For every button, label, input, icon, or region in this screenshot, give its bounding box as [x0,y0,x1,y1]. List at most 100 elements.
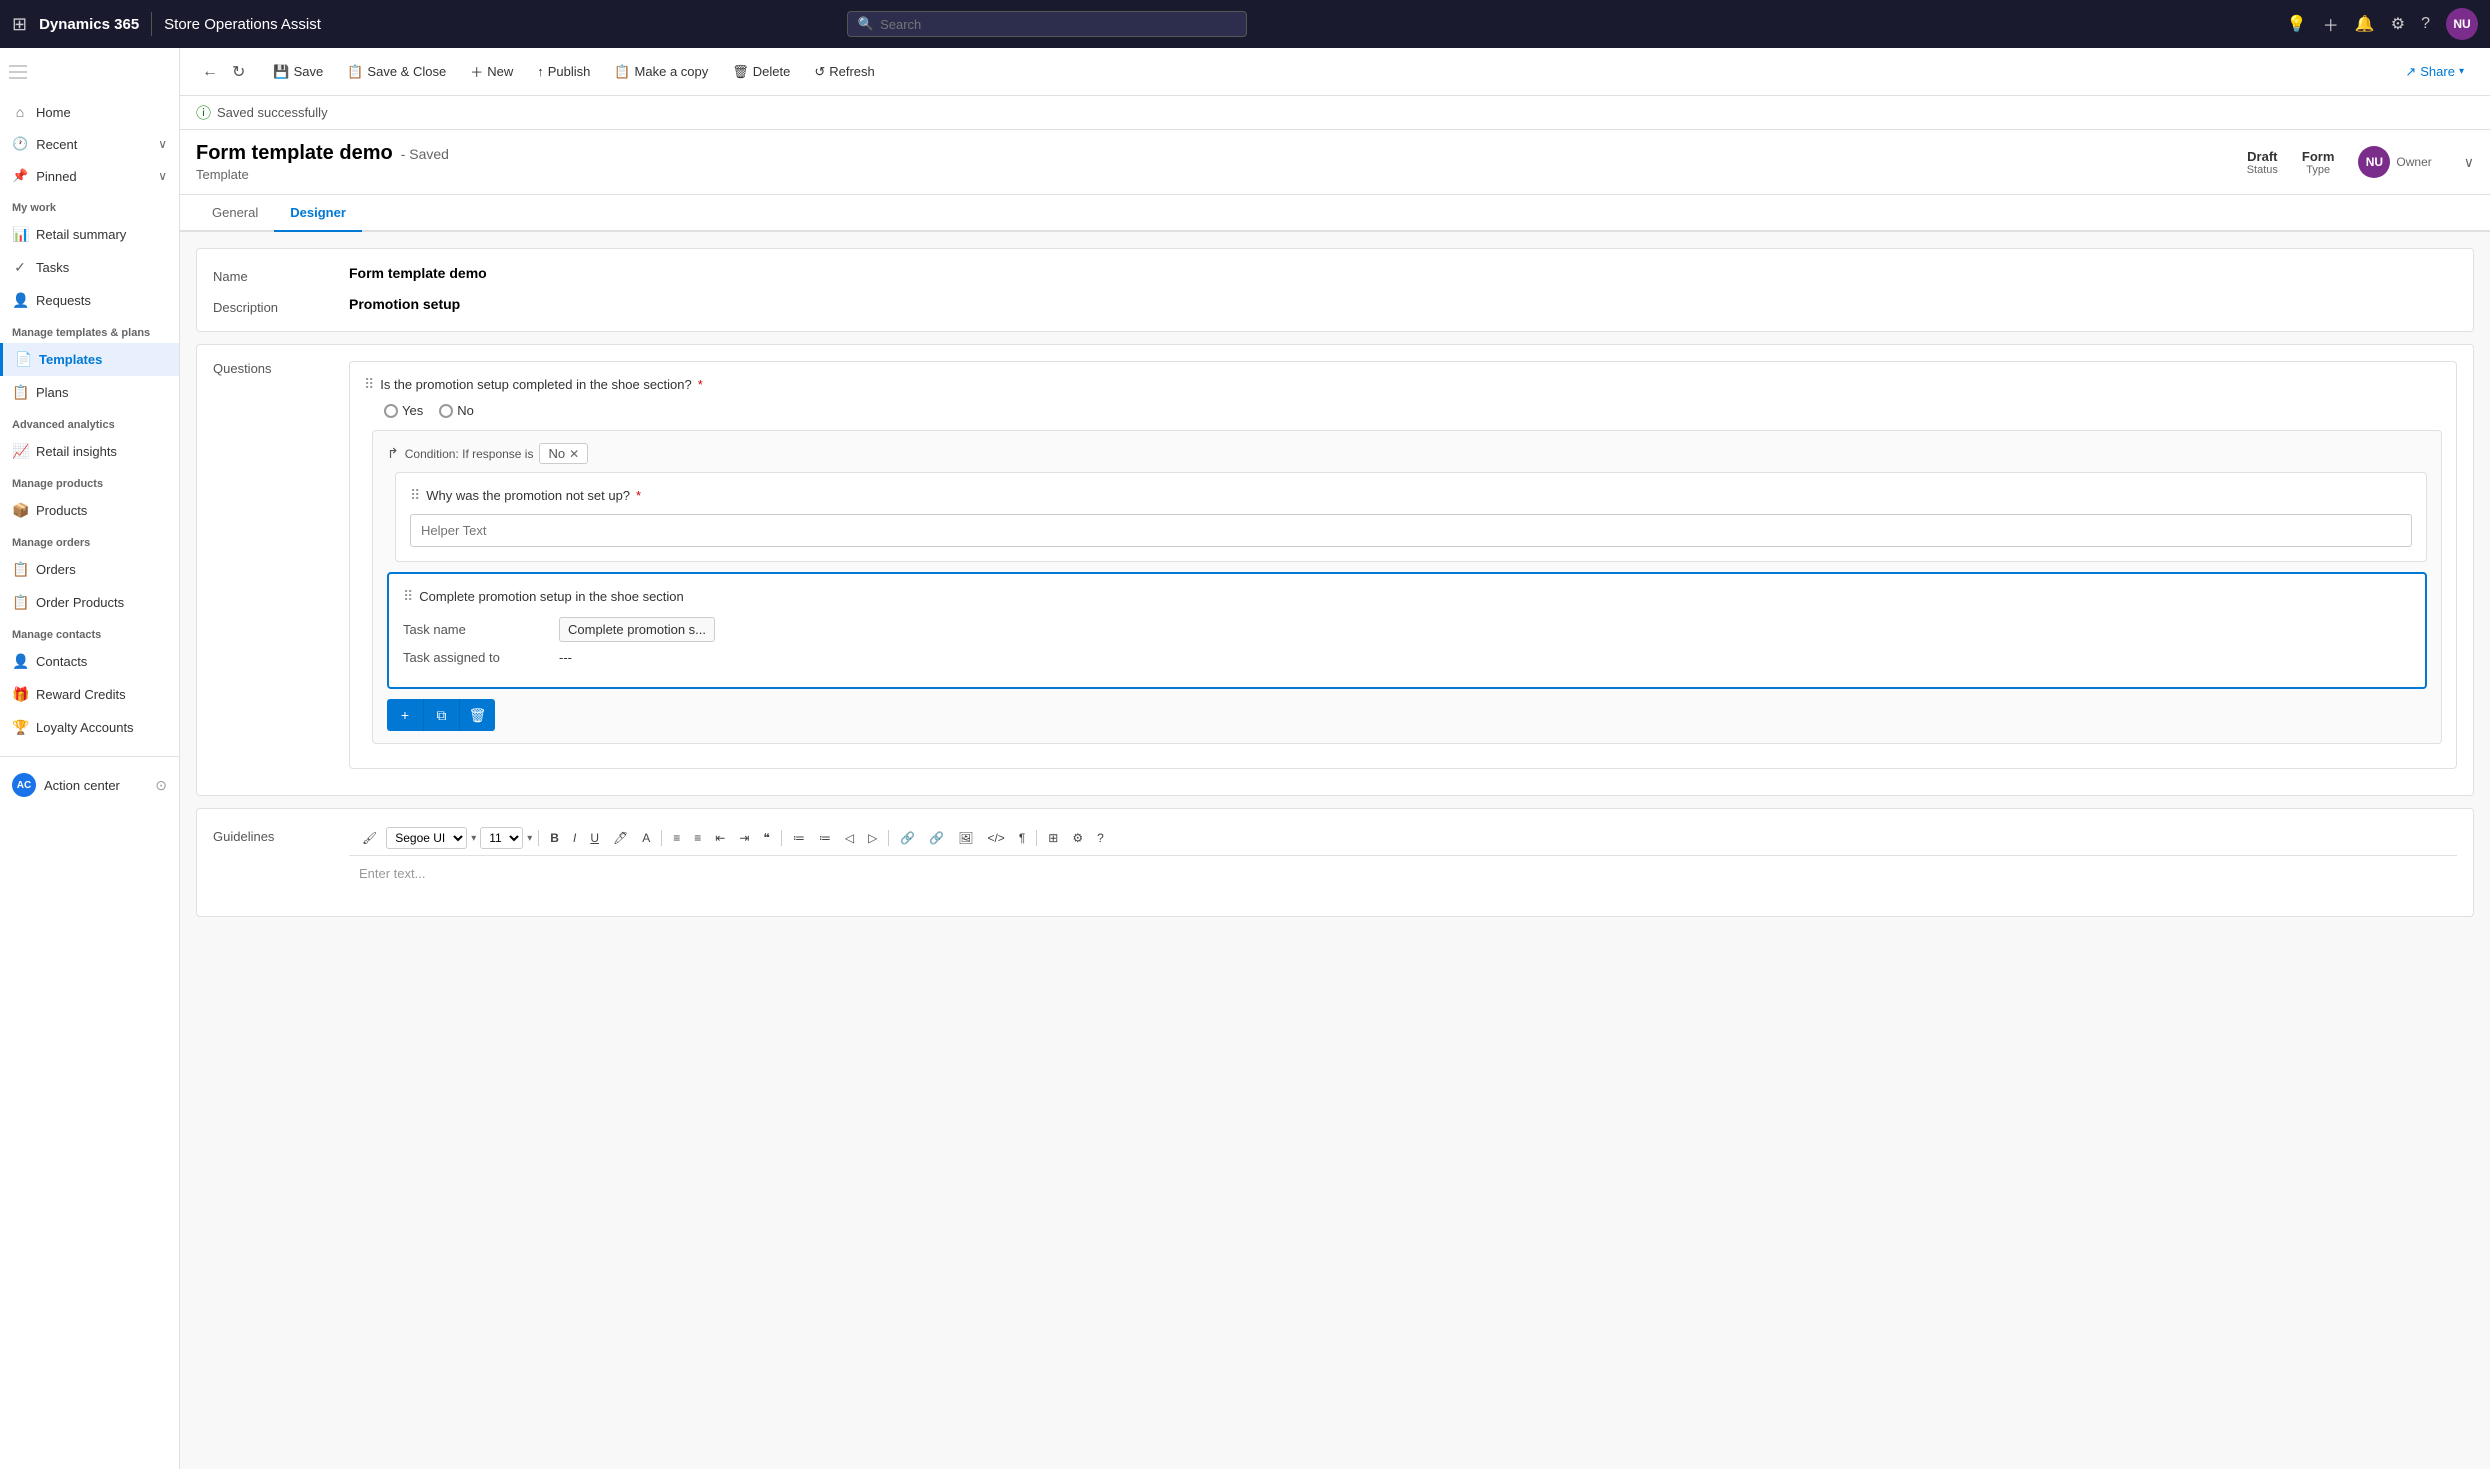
drag-handle-task[interactable]: ⠿ [403,588,413,605]
sidebar-item-retail-summary[interactable]: 📊 Retail summary [0,218,179,251]
owner-avatar: NU [2358,146,2390,178]
quote-button[interactable]: ❝ [758,828,774,848]
sidebar-item-orders[interactable]: 📋 Orders [0,553,179,586]
add-icon[interactable]: ＋ [2323,12,2339,36]
numbered-list-button[interactable]: ≔ [814,828,836,848]
guidelines-header: Guidelines 🖌 Segoe UI ▾ 11 ▾ [197,809,2473,916]
new-icon: ＋ [470,62,483,81]
italic-button[interactable]: I [568,828,581,848]
question-1-block: ⠿ Is the promotion setup completed in th… [349,361,2457,769]
contacts-icon: 👤 [12,653,28,670]
recent-chevron-icon: ∨ [158,137,167,151]
apps-menu-icon[interactable]: ⊞ [12,14,27,35]
code-button[interactable]: </> [982,828,1009,848]
question-icon[interactable]: ? [2421,15,2430,33]
delete-button[interactable]: 🗑 Delete [722,58,800,86]
editor-toolbar: 🖌 Segoe UI ▾ 11 ▾ B I [349,821,2457,856]
templates-icon: 📄 [15,351,31,368]
sidebar-item-templates[interactable]: 📄 Templates [0,343,179,376]
search-box[interactable]: 🔍 [847,11,1247,37]
bullet-list-button[interactable]: ≔ [788,828,810,848]
action-center-pin-icon[interactable]: ⊙ [155,777,167,794]
underline-button[interactable]: U [585,828,604,848]
guidelines-content[interactable]: Enter text... [349,856,2457,916]
sidebar-item-home[interactable]: ⌂ Home [0,96,179,128]
share-button[interactable]: ↗ Share ▾ [2395,58,2474,86]
delete-item-button[interactable]: 🗑 [459,699,495,731]
publish-icon: ↑ [537,64,544,79]
tab-general[interactable]: General [196,195,274,232]
user-avatar[interactable]: NU [2446,8,2478,40]
search-input[interactable] [880,17,1236,32]
radio-group-1: Yes No [384,403,2442,418]
unlink-button[interactable]: 🔗 [924,828,949,848]
app-name: Store Operations Assist [164,16,321,33]
forward-button[interactable]: ↻ [226,58,251,86]
sidebar-item-order-products[interactable]: 📋 Order Products [0,586,179,619]
description-row: Description Promotion setup [213,296,2457,315]
paint-format-button[interactable]: 🖌 [357,828,382,848]
sidebar-item-recent[interactable]: 🕐 Recent ∨ [0,128,179,160]
publish-button[interactable]: ↑ Publish [527,58,600,85]
refresh-button[interactable]: ↺ Refresh [804,58,884,86]
guidelines-label: Guidelines [213,821,333,916]
help-icon[interactable]: 💡 [2287,14,2307,34]
tasks-icon: ✓ [12,259,28,276]
sidebar-item-tasks[interactable]: ✓ Tasks [0,251,179,284]
tabs: General Designer [180,195,2490,232]
save-button[interactable]: 💾 Save [263,58,333,86]
align-center-button[interactable]: ≡ [689,828,706,848]
new-button[interactable]: ＋ New [460,56,523,87]
save-close-button[interactable]: 📋 Save & Close [337,58,456,86]
notifications-icon[interactable]: 🔔 [2355,14,2375,34]
sidebar-item-requests[interactable]: 👤 Requests [0,284,179,317]
sidebar-item-plans[interactable]: 📋 Plans [0,376,179,409]
back-button[interactable]: ← [196,59,224,85]
nav-buttons: ← ↻ [196,58,251,86]
tab-designer[interactable]: Designer [274,195,362,232]
pilcrow-button[interactable]: ¶ [1014,828,1030,848]
copy-icon: 📋 [614,64,630,80]
font-family-select[interactable]: Segoe UI [386,827,467,849]
question-2-input[interactable] [410,514,2412,547]
drag-handle-2[interactable]: ⠿ [410,487,420,504]
settings-icon[interactable]: ⚙ [2391,14,2405,34]
drag-handle-1[interactable]: ⠿ [364,376,374,393]
radio-no[interactable]: No [439,403,474,418]
link-button[interactable]: 🔗 [895,828,920,848]
sidebar-item-reward-credits[interactable]: 🎁 Reward Credits [0,678,179,711]
settings-editor-button[interactable]: ⚙ [1067,828,1088,848]
condition-remove-button[interactable]: ✕ [569,447,579,461]
make-copy-button[interactable]: 📋 Make a copy [604,58,718,86]
help-editor-button[interactable]: ? [1092,828,1109,848]
sidebar-item-loyalty-accounts[interactable]: 🏆 Loyalty Accounts [0,711,179,744]
copy-item-button[interactable]: ⧉ [423,699,459,731]
outdent-button[interactable]: ◁ [840,828,859,848]
sidebar-item-contacts[interactable]: 👤 Contacts [0,645,179,678]
sidebar-item-action-center[interactable]: AC Action center ⊙ [0,765,179,805]
font-color-button[interactable]: A [637,828,655,848]
font-size-select[interactable]: 11 [480,827,523,849]
sidebar-item-pinned[interactable]: 📌 Pinned ∨ [0,160,179,192]
action-center-avatar: AC [12,773,36,797]
header-chevron-icon[interactable]: ∨ [2464,154,2474,171]
hamburger-menu[interactable] [0,48,36,96]
bold-button[interactable]: B [545,828,564,848]
radio-yes-circle [384,404,398,418]
questions-section: Questions ⠿ Is the promotion setup compl… [196,344,2474,796]
add-item-button[interactable]: + [387,699,423,731]
indent-right-button[interactable]: ⇥ [734,828,754,848]
indent-button[interactable]: ▷ [863,828,882,848]
highlight-button[interactable]: 🖊 [608,828,633,848]
advanced-analytics-label: Advanced analytics [0,409,179,435]
indent-left-button[interactable]: ⇤ [710,828,730,848]
description-value: Promotion setup [349,296,2457,315]
align-left-button[interactable]: ≡ [668,828,685,848]
table-button[interactable]: ⊞ [1043,828,1063,848]
sidebar-item-products[interactable]: 📦 Products [0,494,179,527]
sidebar-item-retail-insights[interactable]: 📈 Retail insights [0,435,179,468]
manage-templates-label: Manage templates & plans [0,317,179,343]
task-name-value: Complete promotion s... [559,617,715,642]
radio-yes[interactable]: Yes [384,403,423,418]
image-button[interactable]: 🖼 [953,828,978,848]
